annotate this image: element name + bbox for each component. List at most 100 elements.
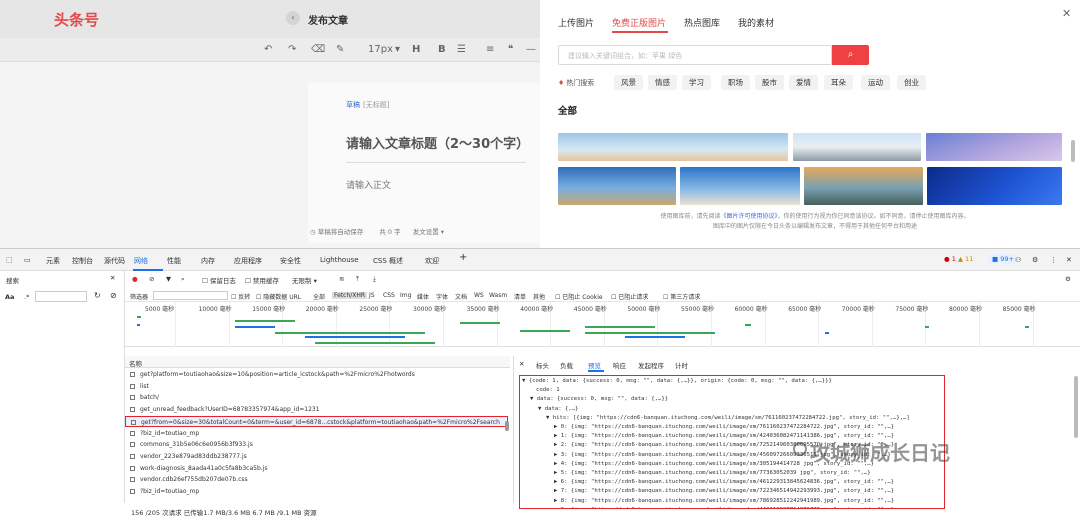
scrollbar[interactable] bbox=[1071, 140, 1075, 162]
name-column-header[interactable]: 名称 bbox=[125, 356, 510, 368]
upload-icon[interactable]: ⤒ bbox=[356, 275, 359, 284]
json-line[interactable]: ▼ hits: [{img: "https://cdn6-banquan.itu… bbox=[546, 415, 910, 421]
wifi-icon[interactable]: ≋ bbox=[339, 275, 344, 283]
chevron-down-icon[interactable]: ▾ bbox=[395, 44, 400, 55]
third-party-checkbox[interactable]: ☐ 第三方请求 bbox=[663, 292, 700, 301]
tab-css-overview[interactable]: CSS 概述 bbox=[373, 256, 403, 266]
blocked-requests-checkbox[interactable]: ☐ 已阻止请求 bbox=[611, 292, 648, 301]
type-filter-media[interactable]: 媒体 bbox=[417, 292, 429, 301]
hot-tag[interactable]: 耳朵 bbox=[824, 75, 853, 90]
body-input[interactable]: 请输入正文 bbox=[346, 178, 391, 191]
json-line[interactable]: ▶ 8: {img: "https://cdn6-banquan.ituchon… bbox=[554, 498, 894, 504]
regex-toggle[interactable]: .* bbox=[24, 293, 29, 301]
heading-icon[interactable]: H bbox=[412, 44, 420, 55]
tab-performance[interactable]: 性能 bbox=[167, 256, 181, 266]
more-icon[interactable]: ⋮ bbox=[1050, 256, 1057, 264]
tab-network[interactable]: 网络 bbox=[134, 256, 148, 266]
refresh-icon[interactable]: ↻ bbox=[94, 291, 101, 300]
gallery-image[interactable] bbox=[558, 167, 676, 205]
undo-icon[interactable]: ↶ bbox=[264, 44, 272, 55]
gallery-image[interactable] bbox=[680, 167, 800, 205]
add-tab-icon[interactable]: + bbox=[459, 252, 467, 263]
close-icon[interactable]: ✕ bbox=[110, 274, 115, 282]
bold-icon[interactable]: B bbox=[438, 44, 446, 55]
scrollbar[interactable] bbox=[1074, 376, 1078, 438]
tab-timing[interactable]: 计时 bbox=[675, 360, 688, 370]
gear-icon[interactable]: ⚙ bbox=[1065, 275, 1071, 283]
record-icon[interactable]: ● bbox=[132, 275, 138, 283]
license-agreement-link[interactable]: 《图片许可使用协议》 bbox=[720, 213, 777, 220]
hot-tag[interactable]: 运动 bbox=[861, 75, 890, 90]
match-case-toggle[interactable]: Aa bbox=[5, 293, 14, 301]
gallery-image[interactable] bbox=[927, 167, 1062, 205]
disable-cache-checkbox[interactable]: ☐ 禁用缓存 bbox=[245, 275, 279, 285]
request-row[interactable]: get?platform=toutiaohao&size=10&position… bbox=[125, 369, 508, 380]
toutiao-logo[interactable]: 头条号 bbox=[54, 9, 99, 30]
invert-checkbox[interactable]: ☐ 反转 bbox=[231, 292, 250, 301]
download-icon[interactable]: ⤓ bbox=[373, 275, 376, 284]
gallery-image[interactable] bbox=[558, 133, 788, 161]
tab-sources[interactable]: 源代码 bbox=[104, 256, 125, 266]
gear-icon[interactable]: ⚙ bbox=[1032, 256, 1038, 264]
tab-application[interactable]: 应用程序 bbox=[234, 256, 262, 266]
back-icon[interactable]: ‹ bbox=[286, 11, 300, 25]
close-icon[interactable]: ✕ bbox=[1062, 7, 1071, 20]
hot-tag[interactable]: 学习 bbox=[682, 75, 711, 90]
json-line[interactable]: ▶ 9: {img: "https://cdn6-banquan.ituchon… bbox=[554, 507, 894, 508]
search-input[interactable] bbox=[35, 291, 87, 302]
type-filter-doc[interactable]: 文档 bbox=[455, 292, 467, 301]
device-toggle-icon[interactable]: ▭ bbox=[24, 256, 31, 264]
redo-icon[interactable]: ↷ bbox=[288, 44, 296, 55]
blocked-cookies-checkbox[interactable]: ☐ 已阻止 Cookie bbox=[555, 292, 603, 301]
tab-preview[interactable]: 预览 bbox=[588, 360, 601, 370]
type-filter-xhr[interactable]: Fetch/XHR bbox=[332, 292, 368, 299]
request-row[interactable]: work-diagnosis_8aada41a0c5fa8b3ca5b.js bbox=[125, 463, 508, 474]
json-line[interactable]: code: 1 bbox=[536, 387, 560, 393]
json-line[interactable]: ▼ data: {,…} bbox=[538, 406, 578, 412]
tab-free-images[interactable]: 免费正版图片 bbox=[612, 16, 666, 29]
network-timeline[interactable]: 5000 毫秒 10000 毫秒 15000 毫秒 20000 毫秒 25000 毫秒 3… bbox=[125, 302, 1080, 347]
user-icon[interactable]: ⚇ bbox=[1015, 256, 1021, 264]
type-filter-css[interactable]: CSS bbox=[383, 292, 395, 299]
tab-hot-gallery[interactable]: 热点图库 bbox=[684, 16, 720, 29]
tab-initiator[interactable]: 发起程序 bbox=[638, 360, 664, 370]
hot-tag[interactable]: 风景 bbox=[614, 75, 643, 90]
gallery-image[interactable] bbox=[804, 167, 923, 205]
hot-tag[interactable]: 股市 bbox=[755, 75, 784, 90]
tab-lighthouse[interactable]: Lighthouse bbox=[320, 256, 359, 264]
search-icon[interactable]: ⌕ bbox=[181, 275, 185, 284]
request-row[interactable]: vendor.cdb26ef755db207de07b.css bbox=[125, 474, 508, 485]
clear-icon[interactable]: ⊘ bbox=[110, 291, 117, 300]
hot-tag[interactable]: 职场 bbox=[721, 75, 750, 90]
hot-tag[interactable]: 爱情 bbox=[789, 75, 818, 90]
title-input[interactable]: 请输入文章标题（2～30个字） bbox=[346, 133, 529, 152]
filter-icon[interactable]: ▼ bbox=[166, 275, 171, 283]
tab-memory[interactable]: 内存 bbox=[201, 256, 215, 266]
hot-tag[interactable]: 情感 bbox=[648, 75, 677, 90]
close-icon[interactable]: ✕ bbox=[1066, 256, 1072, 264]
filter-input[interactable] bbox=[153, 291, 228, 300]
json-line[interactable]: ▶ 0: {img: "https://cdn6-banquan.ituchon… bbox=[554, 424, 894, 430]
tab-security[interactable]: 安全性 bbox=[280, 256, 301, 266]
tab-upload[interactable]: 上传图片 bbox=[558, 16, 594, 29]
hide-data-urls-checkbox[interactable]: ☐ 隐藏数据 URL bbox=[256, 292, 301, 301]
request-row[interactable]: commons_31b5e06c6e0956b3f933.js bbox=[125, 439, 508, 450]
quote-icon[interactable]: ❝ bbox=[508, 44, 513, 55]
list-icon[interactable]: ☰ bbox=[457, 44, 466, 55]
json-line[interactable]: ▼ {code: 1, data: {success: 0, msg: "", … bbox=[522, 378, 832, 384]
request-row[interactable]: get_unread_feedback?UserID=68783357974&a… bbox=[125, 404, 508, 415]
type-filter-manifest[interactable]: 清单 bbox=[514, 292, 526, 301]
tab-my-materials[interactable]: 我的素材 bbox=[738, 16, 774, 29]
json-line[interactable]: ▼ data: {success: 0, msg: "", data: {,…}… bbox=[530, 396, 668, 402]
type-filter-js[interactable]: JS bbox=[369, 292, 375, 299]
type-filter-font[interactable]: 字体 bbox=[436, 292, 448, 301]
close-icon[interactable]: ✕ bbox=[519, 360, 524, 368]
type-filter-ws[interactable]: WS bbox=[474, 292, 484, 299]
type-filter-other[interactable]: 其他 bbox=[533, 292, 545, 301]
request-row[interactable]: ?biz_id=toutiao_mp bbox=[125, 428, 508, 439]
tab-console[interactable]: 控制台 bbox=[72, 256, 93, 266]
clear-log-icon[interactable]: ⊘ bbox=[149, 275, 154, 283]
type-filter-all[interactable]: 全部 bbox=[313, 292, 325, 301]
publish-settings-link[interactable]: 发文设置 bbox=[413, 228, 439, 236]
hot-tag[interactable]: 创业 bbox=[897, 75, 926, 90]
